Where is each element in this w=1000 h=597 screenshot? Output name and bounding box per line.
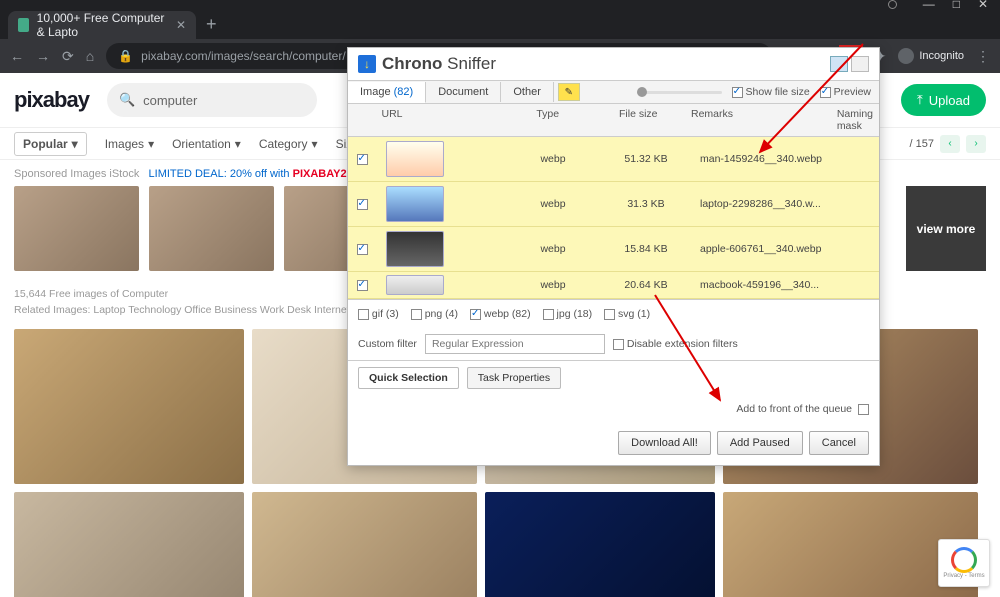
sponsor-code: PIXABAY20 (293, 168, 353, 180)
preview-checkbox[interactable]: Preview (820, 86, 871, 98)
tab-document[interactable]: Document (426, 82, 501, 102)
filter-category[interactable]: Category▾ (259, 137, 318, 151)
result-image[interactable] (485, 492, 715, 597)
queue-label: Add to front of the queue (736, 403, 852, 415)
window-minimize[interactable]: — (923, 0, 935, 9)
chrono-logo-icon: ↓ (358, 55, 376, 73)
chevron-down-icon: ▾ (148, 137, 154, 151)
search-value: computer (143, 93, 197, 108)
filter-svg[interactable]: svg (1) (604, 308, 650, 320)
favicon-icon (18, 18, 29, 32)
tab-image[interactable]: Image (82) (348, 82, 426, 103)
url-text: pixabay.com/images/search/computer/ (141, 49, 346, 63)
row-checkbox[interactable] (357, 280, 368, 291)
filter-webp[interactable]: webp (82) (470, 308, 531, 320)
recaptcha-icon (951, 547, 977, 573)
popup-title: Chrono Sniffer (382, 54, 496, 74)
disable-ext-checkbox[interactable]: Disable extension filters (613, 338, 738, 350)
custom-filter-label: Custom filter (358, 338, 417, 350)
quick-selection-button[interactable]: Quick Selection (358, 367, 459, 389)
home-icon[interactable]: ⌂ (86, 48, 94, 64)
page-next-button[interactable]: › (966, 135, 986, 153)
custom-filter-input[interactable] (425, 334, 605, 354)
lock-icon: 🔒 (118, 49, 133, 63)
row-checkbox[interactable] (357, 244, 368, 255)
table-row[interactable]: webp 20.64 KB macbook-459196__340... (348, 272, 879, 299)
thumbnail-icon (386, 186, 444, 222)
view-list-button[interactable] (830, 56, 848, 72)
menu-icon[interactable]: ⋮ (976, 48, 990, 65)
browser-tab[interactable]: 10,000+ Free Computer & Lapto ✕ (8, 11, 196, 39)
chevron-down-icon: ▾ (312, 137, 318, 151)
table-row[interactable]: webp 31.3 KB laptop-2298286__340.w... (348, 182, 879, 227)
incognito-indicator[interactable]: Incognito (898, 48, 964, 64)
pixabay-logo[interactable]: pixabay (14, 87, 89, 113)
upload-label: Upload (929, 93, 970, 108)
filter-orientation[interactable]: Orientation▾ (172, 137, 241, 151)
window-maximize[interactable]: □ (953, 0, 960, 9)
new-tab-button[interactable]: + (206, 14, 217, 35)
table-header: URL Type File size Remarks Naming mask (348, 104, 879, 137)
sponsor-deal-link[interactable]: LIMITED DEAL: 20% off with (149, 168, 293, 180)
edit-button[interactable]: ✎ (558, 83, 580, 101)
result-image[interactable] (252, 492, 477, 597)
incognito-icon (898, 48, 914, 64)
sponsored-image[interactable] (149, 186, 274, 271)
search-icon: 🔍 (119, 92, 135, 108)
recaptcha-badge[interactable]: Privacy - Terms (938, 539, 990, 587)
close-tab-icon[interactable]: ✕ (176, 18, 186, 32)
show-file-size-checkbox[interactable]: Show file size (732, 86, 810, 98)
chevron-down-icon: ▾ (235, 137, 241, 151)
task-properties-button[interactable]: Task Properties (467, 367, 561, 389)
page-total: / 157 (910, 138, 934, 150)
cancel-button[interactable]: Cancel (809, 431, 869, 455)
chrono-sniffer-popup: ↓ Chrono Sniffer Image (82) Document Oth… (347, 47, 880, 466)
upload-button[interactable]: ⤒ Upload (901, 84, 986, 116)
filter-popular[interactable]: Popular▾ (14, 132, 87, 156)
chevron-down-icon: ▾ (72, 137, 78, 151)
download-all-button[interactable]: Download All! (618, 431, 711, 455)
search-input[interactable]: 🔍 computer (107, 83, 317, 117)
result-image[interactable] (14, 329, 244, 484)
view-grid-button[interactable] (851, 56, 869, 72)
window-close[interactable]: ✕ (978, 0, 988, 9)
thumbnail-icon (386, 231, 444, 267)
thumbnail-icon (386, 141, 444, 177)
reload-icon[interactable]: ⟳ (62, 48, 74, 65)
filter-jpg[interactable]: jpg (18) (543, 308, 593, 320)
forward-icon[interactable]: → (36, 48, 50, 64)
filter-png[interactable]: png (4) (411, 308, 458, 320)
back-icon[interactable]: ← (10, 48, 24, 64)
thumbnail-icon (386, 275, 444, 295)
row-checkbox[interactable] (357, 199, 368, 210)
table-row[interactable]: webp 51.32 KB man-1459246__340.webp (348, 137, 879, 182)
view-more-button[interactable]: view more (906, 186, 986, 271)
result-image[interactable] (14, 492, 244, 597)
filter-images[interactable]: Images▾ (105, 137, 154, 151)
row-checkbox[interactable] (357, 154, 368, 165)
size-slider[interactable] (637, 91, 722, 94)
filter-gif[interactable]: gif (3) (358, 308, 399, 320)
tab-title: 10,000+ Free Computer & Lapto (37, 11, 168, 39)
tab-other[interactable]: Other (501, 82, 554, 102)
window-restore-dot[interactable] (888, 0, 897, 9)
page-prev-button[interactable]: ‹ (940, 135, 960, 153)
incognito-label: Incognito (919, 50, 964, 62)
upload-icon: ⤒ (917, 92, 923, 108)
sponsored-image[interactable] (14, 186, 139, 271)
queue-checkbox[interactable] (858, 404, 869, 415)
add-paused-button[interactable]: Add Paused (717, 431, 803, 455)
table-row[interactable]: webp 15.84 KB apple-606761__340.webp (348, 227, 879, 272)
